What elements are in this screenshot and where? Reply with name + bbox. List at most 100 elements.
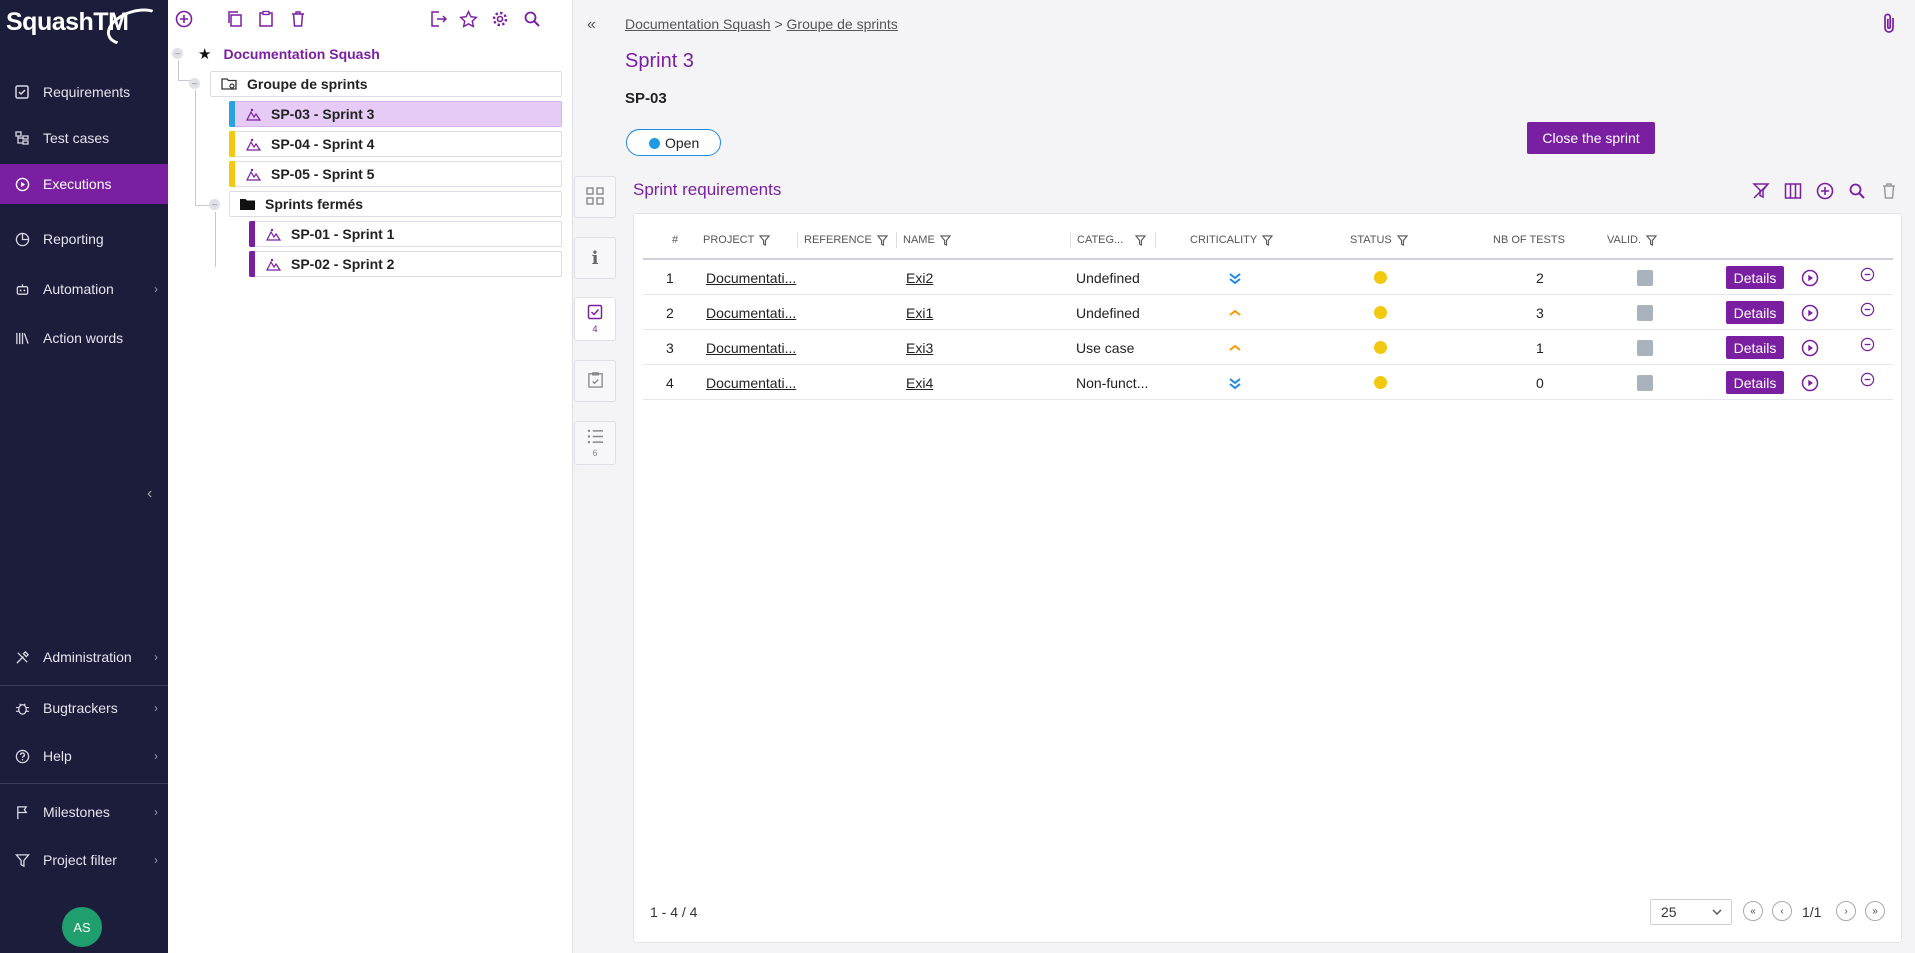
project-link[interactable]: Documentati...: [706, 365, 796, 400]
requirement-name-link[interactable]: Exi4: [906, 365, 933, 400]
filter-icon[interactable]: [939, 234, 951, 246]
details-button[interactable]: Details: [1726, 266, 1784, 289]
column-header-reference[interactable]: REFERENCE: [804, 234, 888, 246]
filter-icon[interactable]: [759, 234, 771, 246]
validation-checkbox[interactable]: [1637, 365, 1653, 400]
gear-icon[interactable]: [489, 8, 511, 30]
nav-item-test-cases[interactable]: Test cases: [0, 118, 168, 158]
details-button[interactable]: Details: [1726, 336, 1784, 359]
paste-icon[interactable]: [255, 8, 277, 30]
trash-icon[interactable]: [1878, 180, 1900, 202]
tab-list[interactable]: 6: [574, 421, 616, 465]
paperclip-icon[interactable]: [1881, 12, 1897, 37]
add-circle-icon[interactable]: [173, 8, 195, 30]
project-link[interactable]: Documentati...: [706, 295, 796, 330]
close-sprint-button[interactable]: Close the sprint: [1527, 122, 1655, 154]
add-circle-icon[interactable]: [1814, 180, 1836, 202]
play-icon[interactable]: [1801, 330, 1819, 365]
play-icon[interactable]: [1801, 365, 1819, 400]
filter-icon[interactable]: [1262, 234, 1274, 246]
sprint-icon: [266, 258, 281, 271]
nav-label: Executions: [43, 176, 112, 192]
star-icon[interactable]: [457, 8, 479, 30]
status-badge[interactable]: Open: [626, 129, 721, 156]
nav-item-requirements[interactable]: Requirements: [0, 72, 168, 112]
page-size-select[interactable]: 25: [1650, 899, 1732, 925]
details-button[interactable]: Details: [1726, 301, 1784, 324]
requirement-name-link[interactable]: Exi2: [906, 260, 933, 295]
filter-icon[interactable]: [1135, 234, 1147, 246]
requirement-name-link[interactable]: Exi3: [906, 330, 933, 365]
clear-filter-icon[interactable]: [1750, 180, 1772, 202]
project-link[interactable]: Documentati...: [706, 330, 796, 365]
trash-icon[interactable]: [287, 8, 309, 30]
column-header-name[interactable]: NAME: [903, 234, 951, 246]
columns-icon[interactable]: [1782, 180, 1804, 202]
column-header-criticality[interactable]: CRITICALITY: [1190, 234, 1274, 246]
validation-checkbox[interactable]: [1637, 260, 1653, 295]
column-header-category[interactable]: CATEG...: [1077, 234, 1147, 246]
collapse-toggle[interactable]: –: [172, 48, 183, 59]
remove-icon[interactable]: [1860, 362, 1875, 397]
nav-item-administration[interactable]: Administration ›: [0, 637, 168, 677]
tab-information[interactable]: i: [574, 237, 616, 279]
column-header-validation[interactable]: VALID.: [1607, 234, 1658, 246]
squashtm-logo[interactable]: SquashTM: [6, 1, 168, 53]
tree-node-sprint[interactable]: SP-04 - Sprint 4: [229, 131, 562, 157]
collapse-nav-icon[interactable]: ‹: [147, 485, 152, 503]
previous-page-button[interactable]: ‹: [1772, 901, 1792, 921]
tree-node-sprint[interactable]: SP-03 - Sprint 3: [229, 101, 562, 127]
copy-icon[interactable]: [224, 8, 246, 30]
table-row[interactable]: 1 Documentati... Exi2 Undefined 2 Detail…: [643, 260, 1893, 295]
export-icon[interactable]: [427, 8, 449, 30]
tree-node-project[interactable]: ★ Documentation Squash: [198, 45, 380, 63]
nav-item-milestones[interactable]: Milestones ›: [0, 792, 168, 832]
search-icon[interactable]: [521, 8, 543, 30]
filter-icon[interactable]: [1646, 234, 1658, 246]
breadcrumb-folder-link[interactable]: Groupe de sprints: [787, 16, 898, 32]
search-icon[interactable]: [1846, 180, 1868, 202]
project-link[interactable]: Documentati...: [706, 260, 796, 295]
tree-node-sprint[interactable]: SP-01 - Sprint 1: [249, 221, 562, 247]
tree-node-sprint[interactable]: SP-05 - Sprint 5: [229, 161, 562, 187]
table-row[interactable]: 2 Documentati... Exi1 Undefined 3 Detail…: [643, 295, 1893, 330]
column-header-status[interactable]: STATUS: [1350, 234, 1408, 246]
collapse-toggle[interactable]: –: [209, 199, 220, 210]
table-row[interactable]: 4 Documentati... Exi4 Non-funct... 0 Det…: [643, 365, 1893, 400]
validation-checkbox[interactable]: [1637, 330, 1653, 365]
remove-icon[interactable]: [1860, 292, 1875, 327]
tab-dashboard[interactable]: [574, 176, 616, 218]
collapse-toggle[interactable]: –: [189, 78, 200, 89]
filter-icon[interactable]: [876, 234, 888, 246]
breadcrumb-project-link[interactable]: Documentation Squash: [625, 16, 771, 32]
filter-icon[interactable]: [1396, 234, 1408, 246]
nav-item-help[interactable]: Help ›: [0, 736, 168, 776]
nav-item-reporting[interactable]: Reporting: [0, 219, 168, 259]
play-icon[interactable]: [1801, 260, 1819, 295]
nav-item-executions[interactable]: Executions: [0, 164, 168, 204]
remove-icon[interactable]: [1860, 327, 1875, 362]
column-header-number[interactable]: #: [672, 234, 678, 246]
last-page-button[interactable]: »: [1865, 901, 1885, 921]
next-page-button[interactable]: ›: [1836, 901, 1856, 921]
play-icon[interactable]: [1801, 295, 1819, 330]
column-header-project[interactable]: PROJECT: [703, 234, 771, 246]
nav-item-project-filter[interactable]: Project filter ›: [0, 840, 168, 880]
table-row[interactable]: 3 Documentati... Exi3 Use case 1 Details: [643, 330, 1893, 365]
first-page-button[interactable]: «: [1743, 901, 1763, 921]
remove-icon[interactable]: [1860, 257, 1875, 292]
collapse-tree-icon[interactable]: «: [587, 16, 596, 34]
tree-node-sprint[interactable]: SP-02 - Sprint 2: [249, 251, 562, 277]
column-header-nb-tests[interactable]: NB OF TESTS: [1493, 234, 1565, 246]
details-button[interactable]: Details: [1726, 371, 1784, 394]
tab-sessions[interactable]: [574, 360, 616, 402]
tree-node-folder[interactable]: Sprints fermés: [229, 191, 562, 217]
nav-item-bugtrackers[interactable]: Bugtrackers ›: [0, 688, 168, 728]
tree-node-folder[interactable]: Groupe de sprints: [210, 71, 562, 97]
tab-requirements[interactable]: 4: [574, 297, 616, 341]
user-avatar[interactable]: AS: [62, 907, 102, 947]
nav-item-action-words[interactable]: Action words: [0, 318, 168, 358]
validation-checkbox[interactable]: [1637, 295, 1653, 330]
nav-item-automation[interactable]: Automation ›: [0, 269, 168, 309]
requirement-name-link[interactable]: Exi1: [906, 295, 933, 330]
